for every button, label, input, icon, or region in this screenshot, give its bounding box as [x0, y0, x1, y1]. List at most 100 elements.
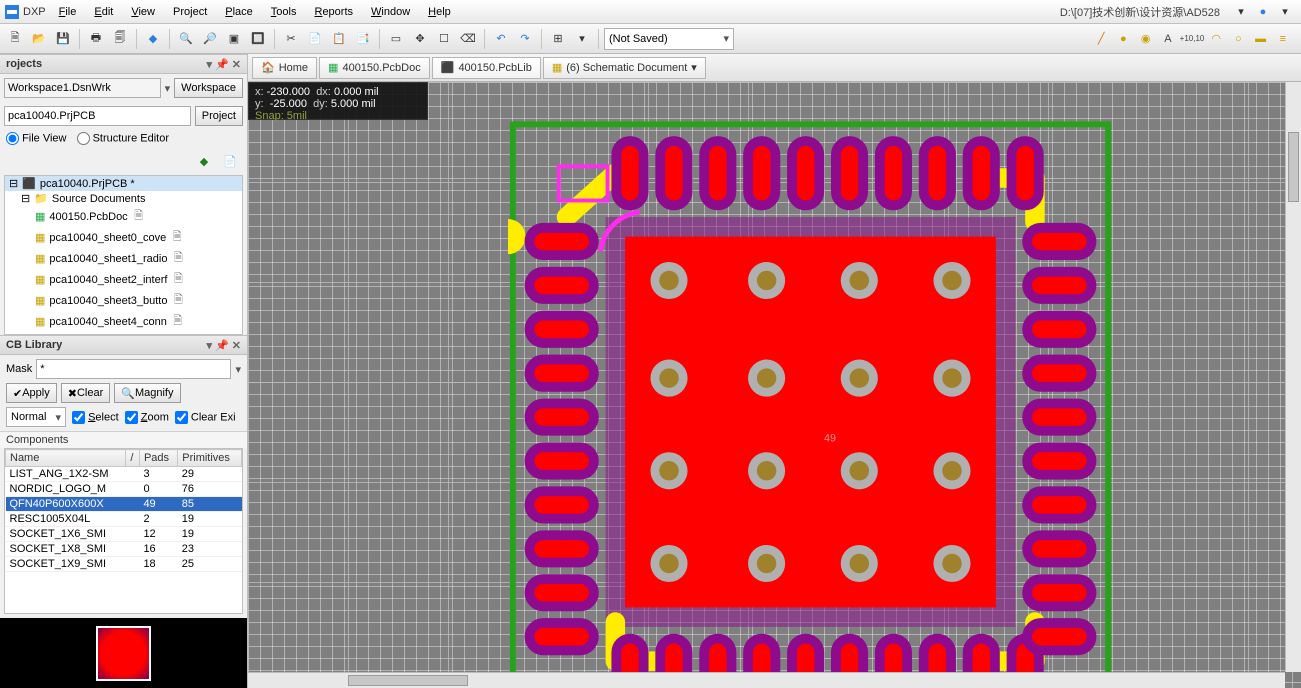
normal-combo[interactable]: Normal	[6, 407, 66, 427]
title-dropdown[interactable]: ▾	[1230, 1, 1252, 23]
apply-button[interactable]: ✔ Apply	[6, 383, 57, 403]
cut-icon[interactable]: ✂	[280, 28, 302, 50]
tree-doc-3[interactable]: ▦ pca10040_sheet2_interf🗎	[5, 269, 242, 290]
grid-drop-icon[interactable]: ▾	[571, 28, 593, 50]
project-field[interactable]	[4, 106, 191, 126]
pcb-canvas[interactable]: x: -230.000 dx: 0.000 mil y: -25.000 dy:…	[248, 82, 1301, 688]
tab-pcblib[interactable]: ⬛400150.PcbLib	[432, 57, 541, 79]
array-icon[interactable]: ≡	[1274, 28, 1292, 50]
compile-project-icon[interactable]: ◆	[193, 150, 215, 172]
text-icon[interactable]: A	[1159, 28, 1177, 50]
lib-pin-icon[interactable]: 📌	[215, 339, 229, 352]
select-check[interactable]: Select	[72, 411, 119, 424]
menu-file[interactable]: File	[50, 3, 86, 21]
clear-icon[interactable]: ⌫	[457, 28, 479, 50]
menu-edit[interactable]: Edit	[85, 3, 122, 21]
workspace-drop-icon[interactable]: ▾	[165, 82, 171, 95]
pcblib-panel-title: CB Library ▾📌✕	[0, 335, 247, 355]
menu-project[interactable]: Project	[164, 3, 216, 21]
full-arc-icon[interactable]: ○	[1229, 28, 1247, 50]
tree-doc-5[interactable]: ▦ pca10040_sheet4_conn🗎	[5, 311, 242, 332]
move-icon[interactable]: ✥	[409, 28, 431, 50]
print-icon[interactable]: 🖶	[85, 28, 107, 50]
col-prims[interactable]: Primitives	[178, 450, 242, 467]
tree-doc-0[interactable]: ▦ 400150.PcbDoc🗎	[5, 206, 242, 227]
rect-icon[interactable]: ▬	[1252, 28, 1270, 50]
clear-button[interactable]: ✖ Clear	[61, 383, 111, 403]
tab-pcbdoc[interactable]: ▦400150.PcbDoc	[319, 57, 430, 79]
menu-view[interactable]: View	[122, 3, 164, 21]
duplicate-icon[interactable]: 📑	[352, 28, 374, 50]
table-row[interactable]: SOCKET_1X6_SMI1219	[6, 527, 242, 542]
project-tree[interactable]: ⊟ ⬛ pca10040.PrjPCB * ⊟ 📁 Source Documen…	[4, 175, 243, 335]
compile-icon[interactable]: ◆	[142, 28, 164, 50]
tree-root[interactable]: ⊟ ⬛ pca10040.PrjPCB *	[5, 176, 242, 191]
table-row[interactable]: RESC1005X04L219	[6, 512, 242, 527]
redo-icon[interactable]: ↷	[514, 28, 536, 50]
pad-icon[interactable]: ●	[1114, 28, 1132, 50]
menu-tools[interactable]: Tools	[262, 3, 306, 21]
project-options-icon[interactable]: 📄	[219, 150, 241, 172]
workspace-button[interactable]: Workspace	[174, 78, 243, 98]
undo-icon[interactable]: ↶	[490, 28, 512, 50]
magnify-button[interactable]: 🔍 Magnify	[114, 383, 180, 403]
tree-doc-2[interactable]: ▦ pca10040_sheet1_radio🗎	[5, 248, 242, 269]
menu-place[interactable]: Place	[216, 3, 262, 21]
vertical-scrollbar[interactable]	[1285, 82, 1301, 672]
select-icon[interactable]: ▭	[385, 28, 407, 50]
zoom-out-icon[interactable]: 🔎	[199, 28, 221, 50]
mask-field[interactable]	[36, 359, 231, 379]
arc-icon[interactable]: ◠	[1207, 28, 1225, 50]
col-pads[interactable]: Pads	[139, 450, 177, 467]
snapshot-combo[interactable]: (Not Saved)	[604, 28, 734, 50]
track-icon[interactable]: ╱	[1092, 28, 1110, 50]
dxp-menu[interactable]: DXP	[5, 5, 50, 19]
preview-icon[interactable]: 🗐	[109, 28, 131, 50]
structure-radio[interactable]: Structure Editor	[77, 132, 169, 145]
pads-right	[1027, 228, 1091, 651]
zoom-fit-icon[interactable]: ▣	[223, 28, 245, 50]
tree-src[interactable]: ⊟ 📁 Source Documents	[5, 191, 242, 206]
grid-icon[interactable]: ⊞	[547, 28, 569, 50]
tree-doc-1[interactable]: ▦ pca10040_sheet0_cove🗎	[5, 227, 242, 248]
menu-reports[interactable]: Reports	[305, 3, 362, 21]
fileview-radio[interactable]: File View	[6, 132, 67, 145]
left-panel: rojects ▾📌✕ ▾ Workspace Project File Vie…	[0, 54, 248, 688]
panel-drop-icon[interactable]: ▾	[207, 58, 213, 71]
zoom-check[interactable]: Zoom	[125, 411, 169, 424]
title-help-icon[interactable]: ●	[1252, 1, 1274, 23]
open-icon[interactable]: 📂	[28, 28, 50, 50]
horizontal-scrollbar[interactable]	[248, 672, 1285, 688]
table-row[interactable]: SOCKET_1X9_SMI1825	[6, 557, 242, 572]
lib-close-icon[interactable]: ✕	[232, 339, 241, 352]
clearex-check[interactable]: Clear Exi	[175, 411, 236, 424]
table-row[interactable]: QFN40P600X600X4985	[6, 497, 242, 512]
lib-drop-icon[interactable]: ▾	[207, 339, 213, 352]
col-name[interactable]: Name	[6, 450, 126, 467]
deselect-icon[interactable]: ☐	[433, 28, 455, 50]
table-row[interactable]: NORDIC_LOGO_M076	[6, 482, 242, 497]
new-icon[interactable]: 🗎	[4, 28, 26, 50]
menu-help[interactable]: Help	[419, 3, 460, 21]
panel-close-icon[interactable]: ✕	[232, 58, 241, 71]
paste-icon[interactable]: 📋	[328, 28, 350, 50]
menu-window[interactable]: Window	[362, 3, 419, 21]
work-area: 🏠Home ▦400150.PcbDoc ⬛400150.PcbLib ▦(6)…	[248, 54, 1301, 688]
via-icon[interactable]: ◉	[1137, 28, 1155, 50]
title-close-icon[interactable]: ▾	[1274, 1, 1296, 23]
table-row[interactable]: LIST_ANG_1X2-SM329	[6, 467, 242, 482]
zoom-in-icon[interactable]: 🔍	[175, 28, 197, 50]
save-icon[interactable]: 💾	[52, 28, 74, 50]
mask-drop-icon[interactable]: ▾	[235, 363, 241, 376]
panel-pin-icon[interactable]: 📌	[215, 58, 229, 71]
workspace-field[interactable]	[4, 78, 161, 98]
tab-home[interactable]: 🏠Home	[252, 57, 317, 79]
tree-doc-4[interactable]: ▦ pca10040_sheet3_butto🗎	[5, 290, 242, 311]
components-table[interactable]: Name / Pads Primitives LIST_ANG_1X2-SM32…	[4, 448, 243, 614]
project-button[interactable]: Project	[195, 106, 243, 126]
coord-icon[interactable]: +10,10	[1181, 28, 1203, 50]
tab-sch[interactable]: ▦(6) Schematic Document ▾	[543, 57, 706, 79]
copy-icon[interactable]: 📄	[304, 28, 326, 50]
table-row[interactable]: SOCKET_1X8_SMI1623	[6, 542, 242, 557]
zoom-area-icon[interactable]: 🔲	[247, 28, 269, 50]
